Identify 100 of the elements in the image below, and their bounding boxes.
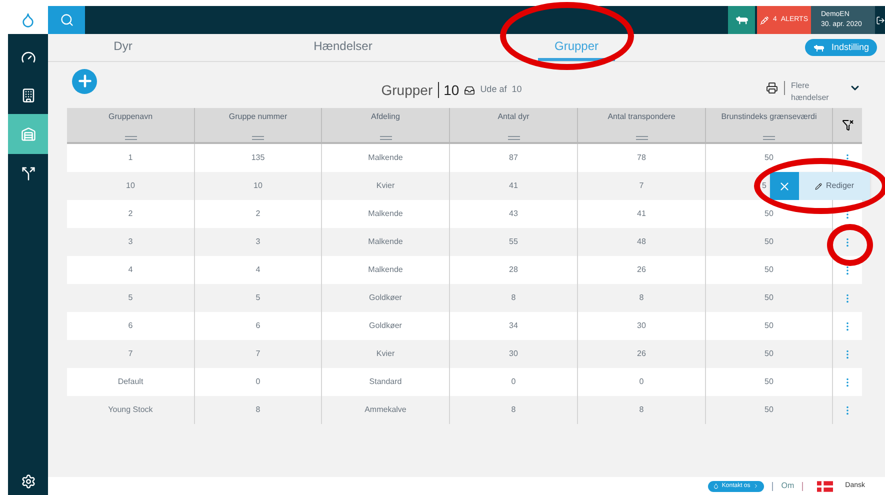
table-cell: Ammekalve xyxy=(364,404,406,416)
sort-handle-icon[interactable] xyxy=(763,136,775,140)
column-header[interactable]: Brunstindeks grænseværdi xyxy=(721,111,817,123)
animal-button[interactable] xyxy=(728,6,755,34)
table-cell: Kvier xyxy=(376,348,395,360)
table-cell: Malkende xyxy=(368,152,403,164)
table-cell: 2 xyxy=(256,208,260,220)
out-label: Ude af xyxy=(480,83,507,96)
table-cell: 0 xyxy=(511,376,516,388)
table-cell: 87 xyxy=(509,152,518,164)
table-cell: 41 xyxy=(509,180,518,192)
printer-icon xyxy=(766,82,778,94)
sort-handle-icon[interactable] xyxy=(636,136,648,140)
building-icon xyxy=(20,88,36,102)
table-cell: 8 xyxy=(511,292,516,304)
table-cell: 26 xyxy=(637,264,646,276)
table-cell: 7 xyxy=(639,180,644,192)
table-cell: 10 xyxy=(254,180,262,192)
table-cell: 5 xyxy=(128,292,133,304)
column-header[interactable]: Antal dyr xyxy=(498,111,530,123)
plus-icon xyxy=(76,72,94,90)
drop-logo-icon xyxy=(20,12,36,28)
table-cell: 8 xyxy=(511,404,516,416)
drop-icon xyxy=(712,483,719,489)
table-cell: 6 xyxy=(128,320,133,332)
table-row[interactable]: 2 2 Malkende 43 41 50 xyxy=(67,200,862,228)
table-cell: 3 xyxy=(256,236,260,248)
cow-icon xyxy=(813,44,826,52)
pencil-icon xyxy=(814,182,822,190)
more-events-button[interactable]: Flere hændelser xyxy=(791,80,839,104)
print-button[interactable] xyxy=(766,82,778,94)
sort-handle-icon[interactable] xyxy=(124,136,136,140)
table-cell: 3 xyxy=(128,236,133,248)
page-title: Grupper xyxy=(381,80,433,100)
flag-icon xyxy=(817,480,834,492)
table-cell: 4 xyxy=(256,264,260,276)
close-button[interactable] xyxy=(770,172,799,200)
column-header[interactable]: Gruppenavn xyxy=(108,111,153,123)
tray-icon xyxy=(464,84,476,96)
table-cell: 0 xyxy=(639,376,644,388)
table-cell: 30 xyxy=(509,348,518,360)
out-count: 10 xyxy=(512,83,522,96)
close-icon xyxy=(778,180,791,192)
column-header[interactable]: Antal transpondere xyxy=(608,111,676,123)
table-cell: Goldkøer xyxy=(369,320,402,332)
table-cell: 135 xyxy=(251,152,265,164)
sort-handle-icon[interactable] xyxy=(508,136,520,140)
table-cell: 8 xyxy=(639,404,644,416)
table-cell: 26 xyxy=(637,348,646,360)
split-arrow-icon xyxy=(20,166,36,180)
tab[interactable]: Hændelser xyxy=(198,34,488,61)
tab[interactable]: Grupper xyxy=(538,34,615,61)
sort-handle-icon[interactable] xyxy=(252,136,264,140)
table-cell: Malkende xyxy=(368,208,403,220)
table-cell: 8 xyxy=(256,404,260,416)
logout-icon xyxy=(876,16,884,24)
table-cell: 48 xyxy=(637,236,646,248)
table-row[interactable]: Default 0 Standard 0 0 50 xyxy=(67,368,862,396)
table-cell: 5 xyxy=(762,180,766,192)
column-header[interactable]: Gruppe nummer xyxy=(228,111,288,123)
edit-button[interactable]: Rediger xyxy=(799,172,870,200)
cow-icon xyxy=(734,15,748,25)
table-cell: 50 xyxy=(764,292,774,304)
table-cell: 7 xyxy=(128,348,133,360)
clear-filter-icon[interactable] xyxy=(842,119,854,131)
table-cell: 50 xyxy=(764,404,774,416)
table-cell: Malkende xyxy=(368,236,403,248)
table-cell: 43 xyxy=(509,208,518,220)
barn-icon xyxy=(20,126,36,142)
table-cell: 50 xyxy=(764,320,774,332)
table-cell: 28 xyxy=(509,264,518,276)
table-cell: Goldkøer xyxy=(369,292,402,304)
table-cell: 50 xyxy=(764,152,774,164)
table-cell: 50 xyxy=(764,348,774,360)
table-cell: Malkende xyxy=(368,264,403,276)
about-link[interactable]: Om xyxy=(781,480,794,492)
table-cell: 10 xyxy=(126,180,135,192)
table-cell: 5 xyxy=(256,292,260,304)
settings-icon xyxy=(20,474,36,488)
sort-handle-icon[interactable] xyxy=(380,136,392,140)
gauge-icon xyxy=(20,50,36,64)
annotation-ellipse xyxy=(827,224,873,266)
group-count: 10 xyxy=(444,80,460,100)
table-row[interactable]: 1 135 Malkende 87 78 50 xyxy=(67,144,862,172)
table-cell: 50 xyxy=(764,264,774,276)
table-cell: 4 xyxy=(128,264,133,276)
table-cell: Default xyxy=(118,376,144,388)
table-row[interactable]: 6 6 Goldkøer 34 30 50 xyxy=(67,312,862,340)
table-cell: 50 xyxy=(764,236,774,248)
table-cell: 2 xyxy=(128,208,133,220)
table-cell: Standard xyxy=(369,376,402,388)
settings-pill-button[interactable]: Indstilling xyxy=(805,39,877,56)
table-cell: 7 xyxy=(256,348,260,360)
table-cell: 30 xyxy=(637,320,646,332)
table-row[interactable]: 4 4 Malkende 28 26 50 xyxy=(67,256,862,284)
add-button[interactable] xyxy=(72,68,97,94)
column-header[interactable]: Afdeling xyxy=(371,111,400,123)
tab[interactable]: Dyr xyxy=(48,34,198,61)
table-cell: 41 xyxy=(637,208,646,220)
table-cell: Kvier xyxy=(376,180,395,192)
